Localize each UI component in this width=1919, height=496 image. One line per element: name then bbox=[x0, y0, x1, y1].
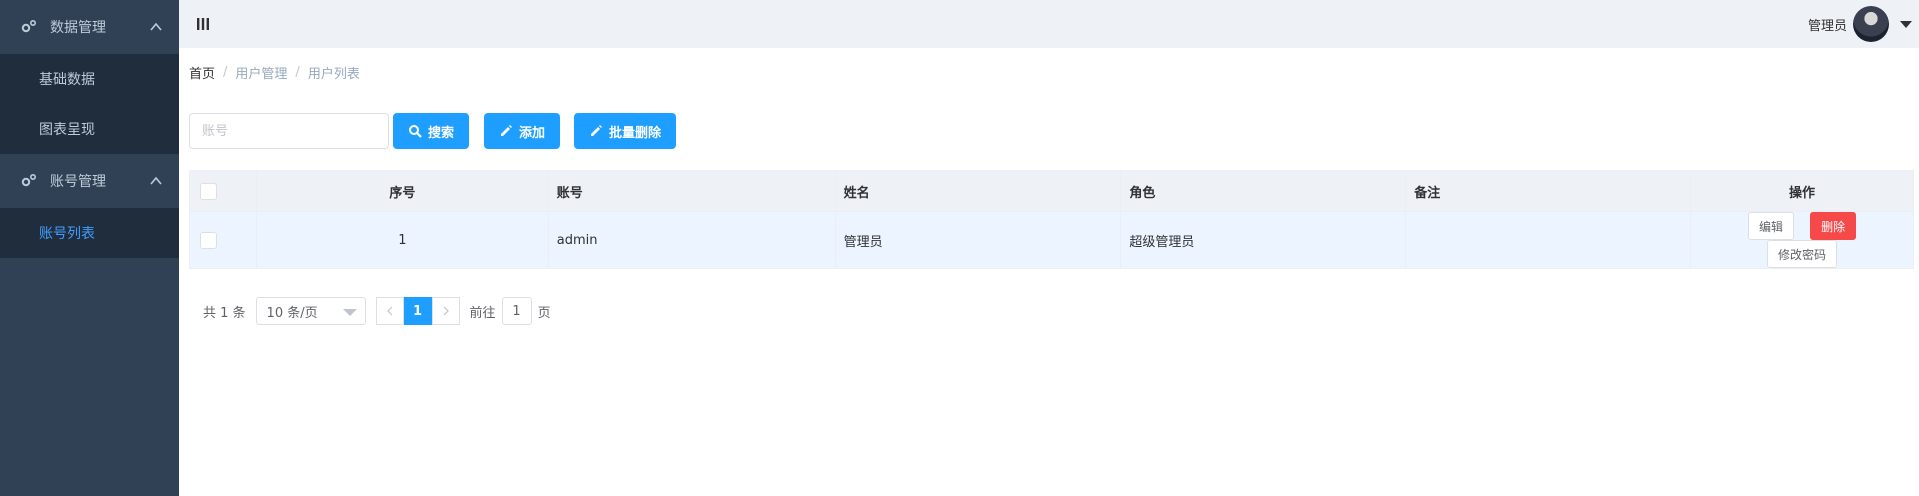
menu-group-label: 账号管理 bbox=[50, 174, 106, 190]
page-number-current[interactable]: 1 bbox=[403, 297, 432, 325]
breadcrumb-user-list: 用户列表 bbox=[307, 66, 360, 82]
page-content: 首页 / 用户管理 / 用户列表 搜索 添加 bbox=[179, 48, 1919, 325]
page-size-select[interactable]: 10 条/页 bbox=[255, 297, 366, 325]
user-name: 管理员 bbox=[1807, 18, 1847, 34]
cell-account: admin bbox=[547, 211, 836, 269]
cell-index: 1 bbox=[255, 211, 549, 269]
change-password-button[interactable]: 修改密码 bbox=[1767, 240, 1838, 268]
menu-group-account-management[interactable]: 账号管理 bbox=[0, 154, 179, 208]
sidebar-item-basic-data[interactable]: 基础数据 bbox=[0, 54, 179, 104]
app-root: 数据管理 基础数据 图表呈现 账号管理 账号列表 管理员 首页 / 用户管理 /… bbox=[0, 0, 1919, 496]
sidebar-item-charts[interactable]: 图表呈现 bbox=[0, 104, 179, 154]
prev-page-button[interactable] bbox=[375, 297, 404, 325]
menu-group-data-management[interactable]: 数据管理 bbox=[0, 0, 179, 54]
breadcrumb-separator: / bbox=[295, 64, 300, 80]
row-checkbox[interactable] bbox=[200, 231, 217, 249]
avatar[interactable] bbox=[1853, 6, 1889, 42]
table-row: 1 admin 管理员 超级管理员 编辑 删除 修改密码 bbox=[189, 211, 1914, 269]
cell-role: 超级管理员 bbox=[1120, 211, 1407, 269]
chevron-up-icon bbox=[149, 20, 163, 34]
goto-label: 前往 bbox=[469, 305, 496, 321]
pencil-icon bbox=[499, 124, 513, 138]
submenu-account-management: 账号列表 bbox=[0, 208, 179, 258]
next-page-button[interactable] bbox=[431, 297, 460, 325]
add-button-label: 添加 bbox=[519, 125, 546, 141]
search-button-label: 搜索 bbox=[428, 125, 455, 141]
chevron-left-icon bbox=[386, 306, 392, 316]
batch-delete-button-label: 批量删除 bbox=[609, 125, 662, 141]
header-actions: 操作 bbox=[1690, 170, 1914, 212]
hamburger-icon[interactable] bbox=[195, 16, 211, 32]
cell-name: 管理员 bbox=[834, 211, 1122, 269]
sidebar-item-account-list[interactable]: 账号列表 bbox=[0, 208, 179, 258]
chevron-right-icon bbox=[443, 306, 449, 316]
pencil-icon bbox=[589, 124, 603, 138]
header-account: 账号 bbox=[547, 170, 836, 212]
sidebar-item-label: 基础数据 bbox=[39, 72, 95, 88]
edit-button[interactable]: 编辑 bbox=[1747, 212, 1794, 240]
add-button[interactable]: 添加 bbox=[484, 113, 561, 149]
row-select-cell bbox=[189, 211, 257, 269]
pagination-total: 共 1 条 bbox=[203, 305, 246, 321]
pagination: 共 1 条 10 条/页 1 前往 页 bbox=[203, 297, 1914, 325]
select-all-checkbox[interactable] bbox=[200, 182, 217, 200]
main-area: 管理员 首页 / 用户管理 / 用户列表 账号 搜索 添加 批量删除 序号 账号… bbox=[179, 0, 1919, 496]
submenu-data-management: 基础数据 图表呈现 bbox=[0, 54, 179, 154]
sidebar-item-label: 图表呈现 bbox=[39, 122, 95, 138]
dropdown-arrow-icon bbox=[342, 309, 357, 316]
sidebar-item-label: 账号列表 bbox=[39, 226, 95, 242]
search-icon bbox=[408, 124, 422, 138]
gears-icon bbox=[20, 18, 38, 36]
caret-down-icon[interactable] bbox=[1899, 17, 1913, 31]
gears-icon bbox=[20, 172, 38, 190]
page-size-value: 10 条/页 bbox=[266, 305, 318, 321]
header-index: 序号 bbox=[255, 170, 549, 212]
search-button[interactable]: 搜索 bbox=[393, 113, 470, 149]
navbar: 管理员 bbox=[179, 0, 1919, 48]
sidebar: 数据管理 基础数据 图表呈现 账号管理 账号列表 bbox=[0, 0, 179, 496]
menu-group-label: 数据管理 bbox=[50, 20, 106, 36]
delete-button[interactable]: 删除 bbox=[1810, 212, 1857, 240]
toolbar: 搜索 添加 批量删除 bbox=[189, 112, 1914, 150]
header-remark: 备注 bbox=[1405, 170, 1692, 212]
cell-actions: 编辑 删除 修改密码 bbox=[1690, 211, 1914, 269]
breadcrumb-home[interactable]: 首页 bbox=[189, 63, 215, 82]
header-name: 姓名 bbox=[834, 170, 1122, 212]
breadcrumb-user-management: 用户管理 bbox=[235, 66, 288, 82]
page-unit-label: 页 bbox=[537, 305, 551, 321]
cell-remark bbox=[1405, 211, 1692, 269]
batch-delete-button[interactable]: 批量删除 bbox=[574, 113, 677, 149]
breadcrumb: 首页 / 用户管理 / 用户列表 bbox=[189, 48, 1914, 96]
header-role: 角色 bbox=[1120, 170, 1407, 212]
chevron-up-icon bbox=[149, 174, 163, 188]
select-all-cell bbox=[189, 170, 257, 212]
user-menu[interactable]: 管理员 bbox=[1808, 6, 1913, 42]
table-header-row: 序号 账号 姓名 角色 备注 操作 bbox=[189, 170, 1914, 212]
account-search-input[interactable] bbox=[189, 113, 389, 149]
goto-page-input[interactable] bbox=[501, 297, 532, 325]
user-table: 序号 账号 姓名 角色 备注 操作 1 admin 管理员 超级管理员 编辑 删… bbox=[189, 170, 1914, 269]
breadcrumb-separator: / bbox=[223, 64, 228, 80]
